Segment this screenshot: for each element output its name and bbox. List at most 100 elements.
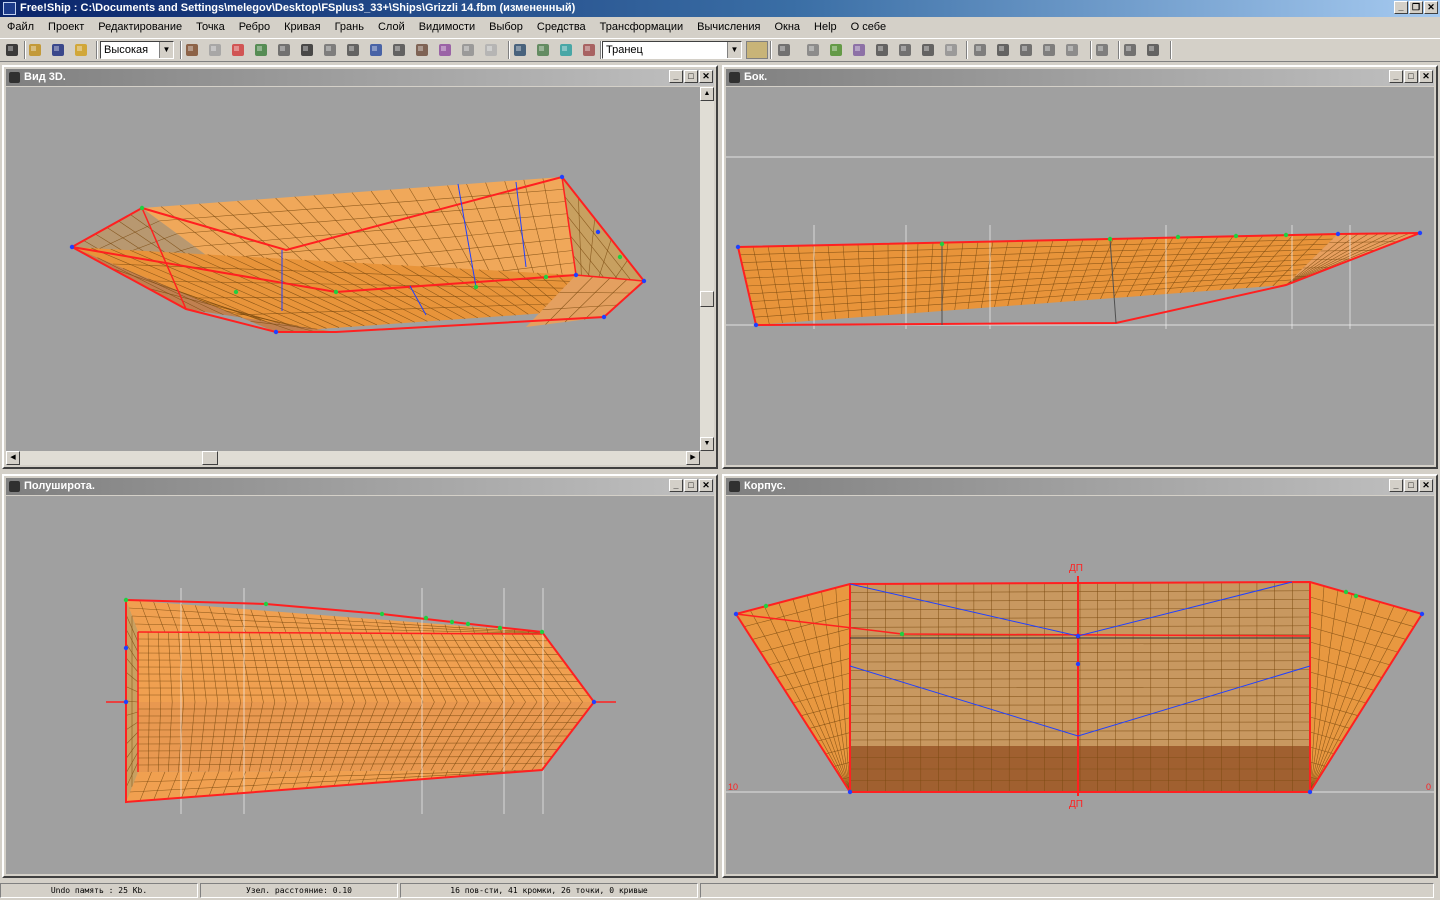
collapse-icon[interactable] [995,42,1011,58]
menu-windows[interactable]: Окна [767,18,807,37]
maximize-button[interactable]: □ [1404,70,1418,83]
scroll-corner [700,451,714,465]
close-button[interactable]: ✕ [699,70,713,83]
panel-title-bar[interactable]: Полуширота. _ □ ✕ [6,478,714,495]
viewport-body[interactable]: ДП ДП 10 0 [726,496,1434,874]
menu-file[interactable]: Файл [0,18,41,37]
shade-icon[interactable] [345,42,361,58]
menu-layer[interactable]: Слой [371,18,412,37]
title-bar: Free!Ship : C:\Documents and Settings\me… [0,0,1440,17]
diagonals-icon[interactable] [460,42,476,58]
viewport-3d[interactable]: ▲ ▼ ◀ ▶ [6,87,714,465]
sparkle-icon[interactable] [1094,42,1110,58]
menu-about[interactable]: О себе [844,18,893,37]
menu-edit[interactable]: Редактирование [91,18,189,37]
flowline-icon[interactable] [512,42,528,58]
extrude-icon[interactable] [828,42,844,58]
menu-transform[interactable]: Трансформации [593,18,690,37]
chevron-down-icon[interactable]: ▼ [159,42,173,58]
menu-selection[interactable]: Выбор [482,18,530,37]
unlock-all-icon[interactable] [920,42,936,58]
minimize-button[interactable]: _ [1394,1,1408,14]
minimize-button[interactable]: _ [669,479,683,492]
minimize-button[interactable]: _ [1389,479,1403,492]
stations-icon[interactable] [391,42,407,58]
minimize-button[interactable]: _ [669,70,683,83]
precision-select[interactable]: Высокая ▼ [100,41,174,59]
control-point [233,289,239,295]
hull-body-drawing[interactable]: ДП ДП 10 0 [726,496,1434,874]
curve-add-icon[interactable] [1064,42,1080,58]
render-icon[interactable] [368,42,384,58]
restore-button[interactable]: ❐ [1409,1,1423,14]
close-button[interactable]: ✕ [1424,1,1438,14]
globe-icon[interactable] [299,42,315,58]
layer-color-swatch[interactable] [746,41,768,59]
save-icon[interactable] [50,42,66,58]
move-icon[interactable] [776,42,792,58]
menu-project[interactable]: Проект [41,18,91,37]
plane-icon[interactable] [230,42,246,58]
menu-calculations[interactable]: Вычисления [690,18,767,37]
sphere-icon[interactable] [253,42,269,58]
panel-title-bar[interactable]: Корпус. _ □ ✕ [726,478,1434,495]
curvature-icon[interactable] [483,42,499,58]
insert-point-icon[interactable] [943,42,959,58]
flatten-icon[interactable] [1018,42,1034,58]
maximize-button[interactable]: □ [1404,479,1418,492]
crease-icon[interactable] [1041,42,1057,58]
open-folder-icon[interactable] [27,42,43,58]
rotate-icon[interactable] [851,42,867,58]
layer-color-icon[interactable] [558,42,574,58]
close-button[interactable]: ✕ [1419,70,1433,83]
layer-select[interactable]: Транец ▼ [602,41,742,59]
grid-icon[interactable] [184,42,200,58]
maximize-button[interactable]: □ [684,70,698,83]
scroll-left-arrow-icon[interactable]: ◀ [6,451,20,465]
split-edge-icon[interactable] [972,42,988,58]
menu-visibility[interactable]: Видимости [412,18,482,37]
menu-tools[interactable]: Средства [530,18,593,37]
lock-icon[interactable] [874,42,890,58]
scroll-down-arrow-icon[interactable]: ▼ [700,437,714,451]
tools-icon[interactable] [1145,42,1161,58]
menu-help[interactable]: Help [807,18,844,37]
close-button[interactable]: ✕ [1419,479,1433,492]
buttocks-icon[interactable] [414,42,430,58]
panel-title-bar[interactable]: Бок. _ □ ✕ [726,69,1434,86]
scroll-right-arrow-icon[interactable]: ▶ [686,451,700,465]
new-file-icon[interactable] [4,42,20,58]
hull-side-drawing[interactable] [726,87,1434,465]
horizontal-scrollbar[interactable]: ◀ ▶ [6,451,700,465]
mirror-icon[interactable] [805,42,821,58]
export-icon[interactable] [73,42,89,58]
vertical-scrollbar[interactable]: ▲ ▼ [700,87,714,451]
select-icon[interactable] [581,42,597,58]
scroll-thumb[interactable] [202,451,218,465]
maximize-button[interactable]: □ [684,479,698,492]
waterlines-icon[interactable] [437,42,453,58]
panel-plan-view: Полуширота. _ □ ✕ [2,474,718,878]
close-button[interactable]: ✕ [699,479,713,492]
curve-icon[interactable] [207,42,223,58]
scroll-thumb[interactable] [700,291,714,307]
unlock-icon[interactable] [897,42,913,58]
hull-3d-drawing[interactable] [6,87,702,453]
status-bar: Undo память : 25 Kb. Узел. расстояние: 0… [0,883,1440,900]
minimize-button[interactable]: _ [1389,70,1403,83]
viewport-side[interactable] [726,87,1434,465]
menu-point[interactable]: Точка [189,18,232,37]
hull-plan-drawing[interactable] [6,496,714,874]
menu-face[interactable]: Грань [328,18,371,37]
mesh-icon[interactable] [276,42,292,58]
app-icon [3,2,16,15]
panel-title-bar[interactable]: Вид 3D. _ □ ✕ [6,69,714,86]
box-icon[interactable] [322,42,338,58]
filter-icon[interactable] [535,42,551,58]
menu-edge[interactable]: Ребро [232,18,277,37]
gears-icon[interactable] [1122,42,1138,58]
viewport-plan[interactable] [6,496,714,874]
menu-curve[interactable]: Кривая [277,18,327,37]
chevron-down-icon[interactable]: ▼ [727,42,741,58]
scroll-up-arrow-icon[interactable]: ▲ [700,87,714,101]
